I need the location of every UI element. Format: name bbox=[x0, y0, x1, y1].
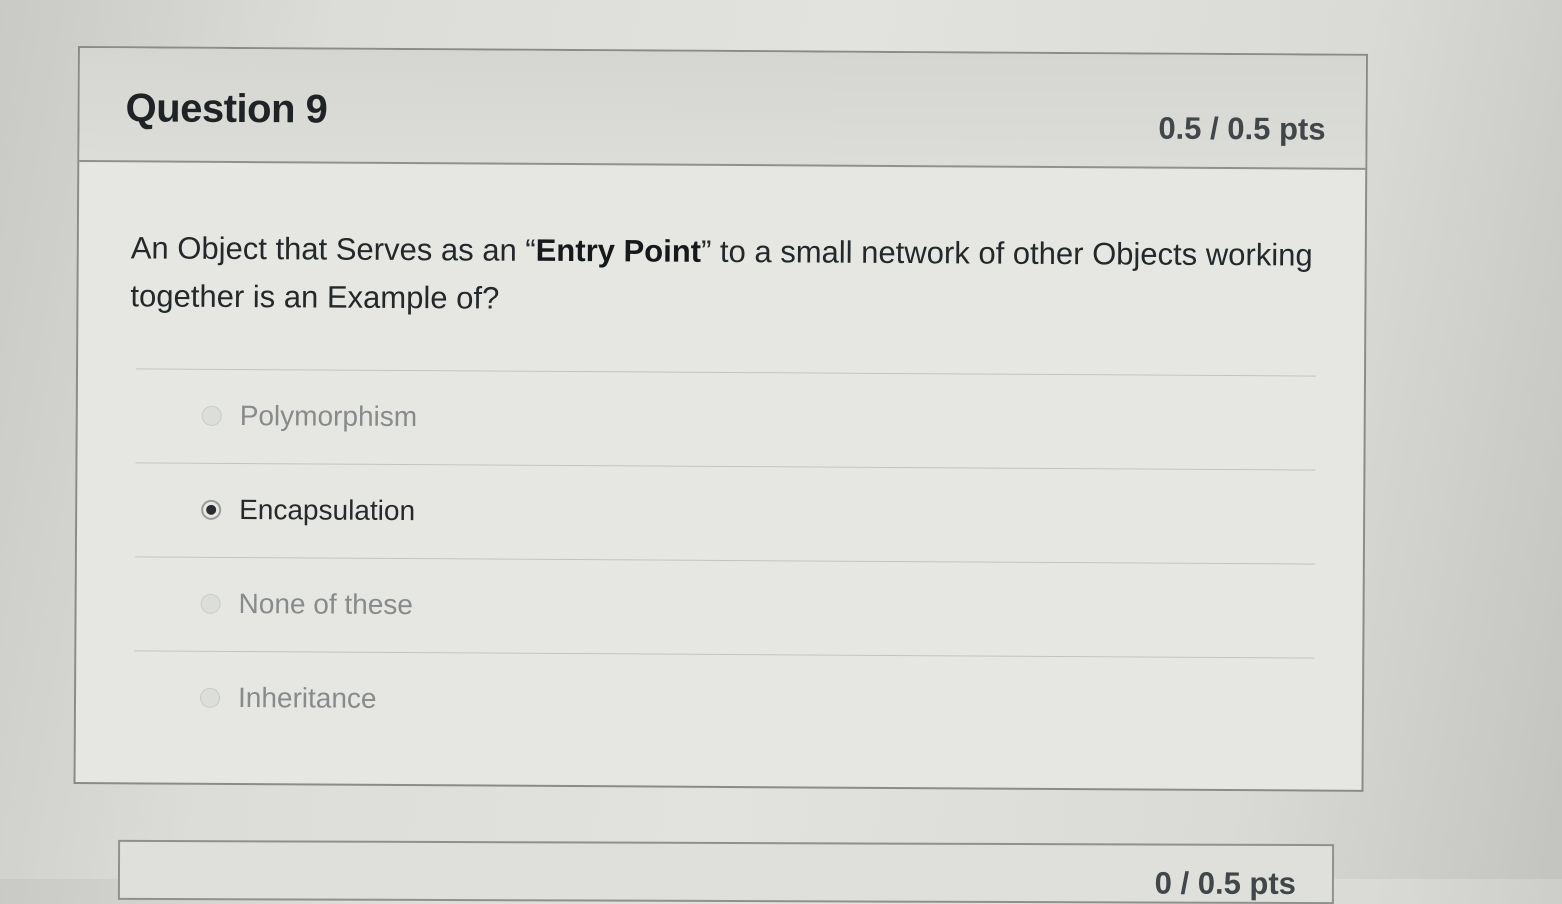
radio-button-icon[interactable] bbox=[200, 593, 221, 614]
radio-button-icon[interactable] bbox=[201, 405, 222, 426]
answer-option[interactable]: Inheritance bbox=[133, 650, 1315, 752]
answer-option[interactable]: Polymorphism bbox=[135, 368, 1317, 470]
answer-label: Inheritance bbox=[237, 681, 377, 714]
question-title: Question 9 bbox=[125, 86, 328, 132]
answer-label: Encapsulation bbox=[239, 493, 416, 527]
question-text-emphasis: Entry Point bbox=[535, 232, 702, 269]
radio-button-selected-icon[interactable] bbox=[201, 499, 222, 520]
answer-option-selected[interactable]: Encapsulation bbox=[134, 462, 1316, 564]
next-question-card: 0 / 0.5 pts bbox=[117, 839, 1335, 904]
radio-button-icon[interactable] bbox=[199, 687, 221, 708]
question-text-before: An Object that Serves as an “ bbox=[130, 230, 536, 268]
answer-option[interactable]: None of these bbox=[134, 556, 1315, 658]
answer-list: Polymorphism Encapsulation None of these… bbox=[133, 368, 1317, 752]
question-card: Question 9 0.5 / 0.5 pts An Object that … bbox=[73, 46, 1368, 792]
question-text: An Object that Serves as an “Entry Point… bbox=[130, 224, 1331, 327]
answer-label: None of these bbox=[238, 587, 414, 621]
question-header: Question 9 0.5 / 0.5 pts bbox=[79, 48, 1366, 170]
answer-label: Polymorphism bbox=[239, 399, 418, 433]
question-points: 0.5 / 0.5 pts bbox=[1158, 110, 1326, 147]
next-question-points: 0 / 0.5 pts bbox=[1154, 865, 1297, 901]
